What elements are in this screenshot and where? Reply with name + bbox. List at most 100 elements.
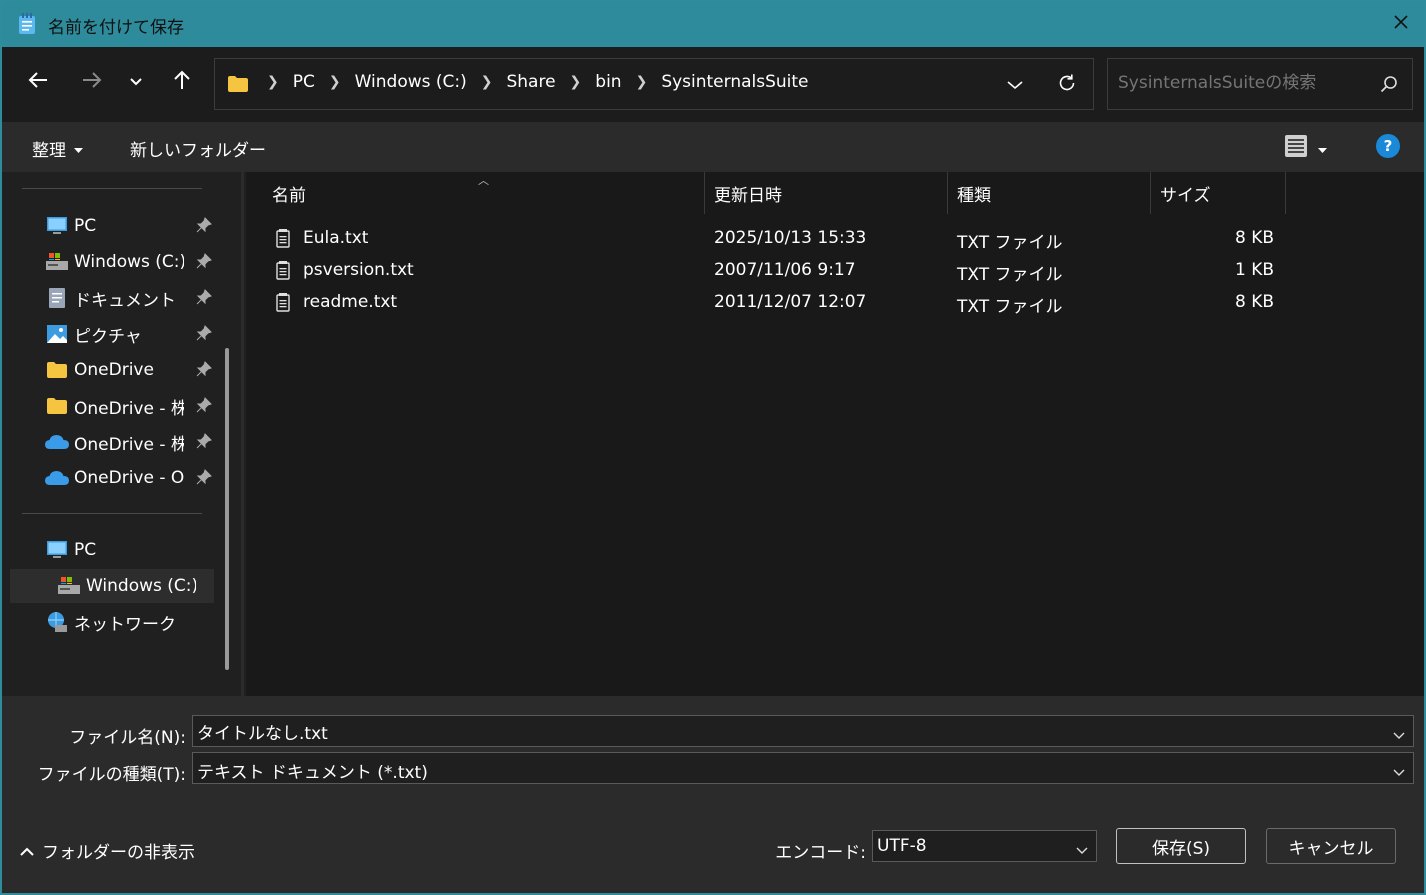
filename-combobox[interactable]: [192, 715, 1414, 747]
column-header-type[interactable]: 種類: [957, 172, 1147, 214]
pane-splitter[interactable]: [241, 172, 244, 696]
column-header-modified[interactable]: 更新日時: [714, 172, 944, 214]
file-name: Eula.txt: [303, 228, 369, 248]
save-options-panel: ファイル名(N): ファイルの種類(T): テキスト ドキュメント (*.txt…: [2, 696, 1424, 893]
arrow-up-icon: [173, 70, 191, 95]
filetype-label: ファイルの種類(T):: [37, 765, 186, 785]
address-bar[interactable]: ❯ PC ❯ Windows (C:) ❯ Share ❯ bin ❯ Sysi…: [214, 58, 1094, 110]
cloud-icon: [44, 467, 70, 489]
breadcrumb-bin[interactable]: bin: [593, 72, 623, 92]
details-view-icon: [1284, 134, 1308, 163]
chevron-down-icon: [1006, 75, 1024, 95]
pin-icon: [196, 361, 212, 382]
navigation-pane: PC Windows (C:) ドキュメント ピクチャ OneDrive One…: [2, 172, 234, 696]
chevron-down-icon[interactable]: [1393, 725, 1405, 745]
breadcrumb: ❯ PC ❯ Windows (C:) ❯ Share ❯ bin ❯ Sysi…: [255, 72, 811, 92]
chevron-down-icon[interactable]: [1393, 762, 1405, 782]
column-divider[interactable]: [1285, 172, 1286, 214]
tree-item-pc[interactable]: PC: [10, 533, 214, 567]
hide-folders-label: フォルダーの非表示: [42, 843, 195, 863]
column-header-name[interactable]: 名前: [272, 172, 702, 214]
arrow-right-icon: [82, 71, 102, 94]
caret-down-icon: [1318, 139, 1327, 159]
encoding-select[interactable]: UTF-8: [872, 830, 1097, 862]
breadcrumb-pc[interactable]: PC: [291, 72, 317, 92]
refresh-button[interactable]: [1053, 71, 1081, 99]
organize-menu-button[interactable]: 整理: [32, 136, 83, 161]
file-row[interactable]: psversion.txt 2007/11/06 9:17 TXT ファイル 1…: [270, 256, 1290, 286]
quick-access-pc[interactable]: PC: [10, 209, 214, 243]
filename-input[interactable]: [197, 721, 1295, 741]
chevron-down-icon[interactable]: [1076, 840, 1088, 860]
new-folder-button[interactable]: 新しいフォルダー: [130, 136, 266, 161]
file-type: TXT ファイル: [957, 233, 1063, 253]
column-divider[interactable]: [704, 172, 705, 214]
breadcrumb-windows-c[interactable]: Windows (C:): [353, 72, 469, 92]
quick-access-documents[interactable]: ドキュメント: [10, 281, 214, 315]
search-box[interactable]: [1107, 58, 1413, 110]
filetype-value: テキスト ドキュメント (*.txt): [197, 763, 428, 783]
network-icon: [44, 611, 70, 633]
breadcrumb-share[interactable]: Share: [504, 72, 557, 92]
search-icon[interactable]: [1380, 75, 1398, 98]
file-size: 8 KB: [1234, 228, 1274, 248]
folder-icon: [44, 395, 70, 417]
save-button[interactable]: 保存(S): [1116, 828, 1246, 864]
breadcrumb-sysinternalssuite[interactable]: SysinternalsSuite: [659, 72, 810, 92]
refresh-icon: [1057, 73, 1077, 98]
text-file-icon: [276, 292, 290, 317]
caret-down-icon: [74, 139, 83, 159]
up-button[interactable]: [164, 64, 200, 100]
column-divider[interactable]: [1150, 172, 1151, 214]
drive-icon: [44, 251, 70, 273]
monitor-icon: [44, 539, 70, 561]
quick-access-onedrive[interactable]: OneDrive: [10, 353, 214, 387]
tree-item-network[interactable]: ネットワーク: [10, 605, 214, 639]
column-divider[interactable]: [947, 172, 948, 214]
column-header-size[interactable]: サイズ: [1160, 172, 1280, 214]
monitor-icon: [44, 215, 70, 237]
close-button[interactable]: [1378, 2, 1424, 47]
pin-icon: [196, 289, 212, 310]
hide-folders-toggle[interactable]: フォルダーの非表示: [20, 838, 195, 863]
file-modified: 2025/10/13 15:33: [714, 228, 867, 248]
document-icon: [44, 287, 70, 309]
file-row[interactable]: Eula.txt 2025/10/13 15:33 TXT ファイル 8 KB: [270, 224, 1290, 254]
folder-icon: [227, 75, 249, 98]
sidebar-item-label: OneDrive - Off: [74, 468, 184, 488]
change-view-button[interactable]: [1284, 134, 1327, 163]
divider: [22, 513, 202, 514]
chevron-right-icon[interactable]: ❯: [481, 74, 493, 90]
encoding-label: エンコード:: [775, 843, 866, 863]
quick-access-windows-c[interactable]: Windows (C:): [10, 245, 214, 279]
tree-item-windows-c[interactable]: Windows (C:): [10, 569, 214, 603]
back-button[interactable]: [20, 64, 56, 100]
chevron-right-icon[interactable]: ❯: [570, 74, 582, 90]
divider: [22, 188, 202, 189]
chevron-up-icon: [20, 841, 34, 861]
title-bar: 名前を付けて保存: [2, 2, 1424, 47]
recent-locations-button[interactable]: [118, 64, 154, 100]
quick-access-onedrive-company-cloud[interactable]: OneDrive - 株式: [10, 425, 214, 459]
pin-icon: [196, 217, 212, 238]
chevron-right-icon[interactable]: ❯: [329, 74, 341, 90]
file-modified: 2007/11/06 9:17: [714, 260, 856, 280]
quick-access-onedrive-company-folder[interactable]: OneDrive - 株式: [10, 389, 214, 423]
sidebar-scrollbar[interactable]: [225, 348, 229, 670]
filetype-select[interactable]: テキスト ドキュメント (*.txt): [192, 752, 1414, 784]
chevron-right-icon[interactable]: ❯: [636, 74, 648, 90]
cloud-icon: [44, 431, 70, 453]
forward-button[interactable]: [74, 64, 110, 100]
sidebar-item-label: OneDrive - 株式: [74, 434, 184, 455]
address-history-button[interactable]: [1001, 71, 1029, 99]
quick-access-onedrive-office[interactable]: OneDrive - Off: [10, 461, 214, 495]
quick-access-pictures[interactable]: ピクチャ: [10, 317, 214, 351]
chevron-right-icon: ❯: [267, 74, 279, 90]
sidebar-item-label: ドキュメント: [74, 290, 176, 311]
help-button[interactable]: ?: [1376, 134, 1400, 158]
file-row[interactable]: readme.txt 2011/12/07 12:07 TXT ファイル 8 K…: [270, 288, 1290, 318]
save-as-dialog: 名前を付けて保存 ❯ PC ❯ Windows (C:) ❯ Share ❯ b…: [0, 0, 1426, 895]
search-input[interactable]: [1118, 73, 1368, 93]
cancel-button[interactable]: キャンセル: [1266, 828, 1396, 864]
command-bar: 整理 新しいフォルダー ?: [2, 122, 1424, 172]
